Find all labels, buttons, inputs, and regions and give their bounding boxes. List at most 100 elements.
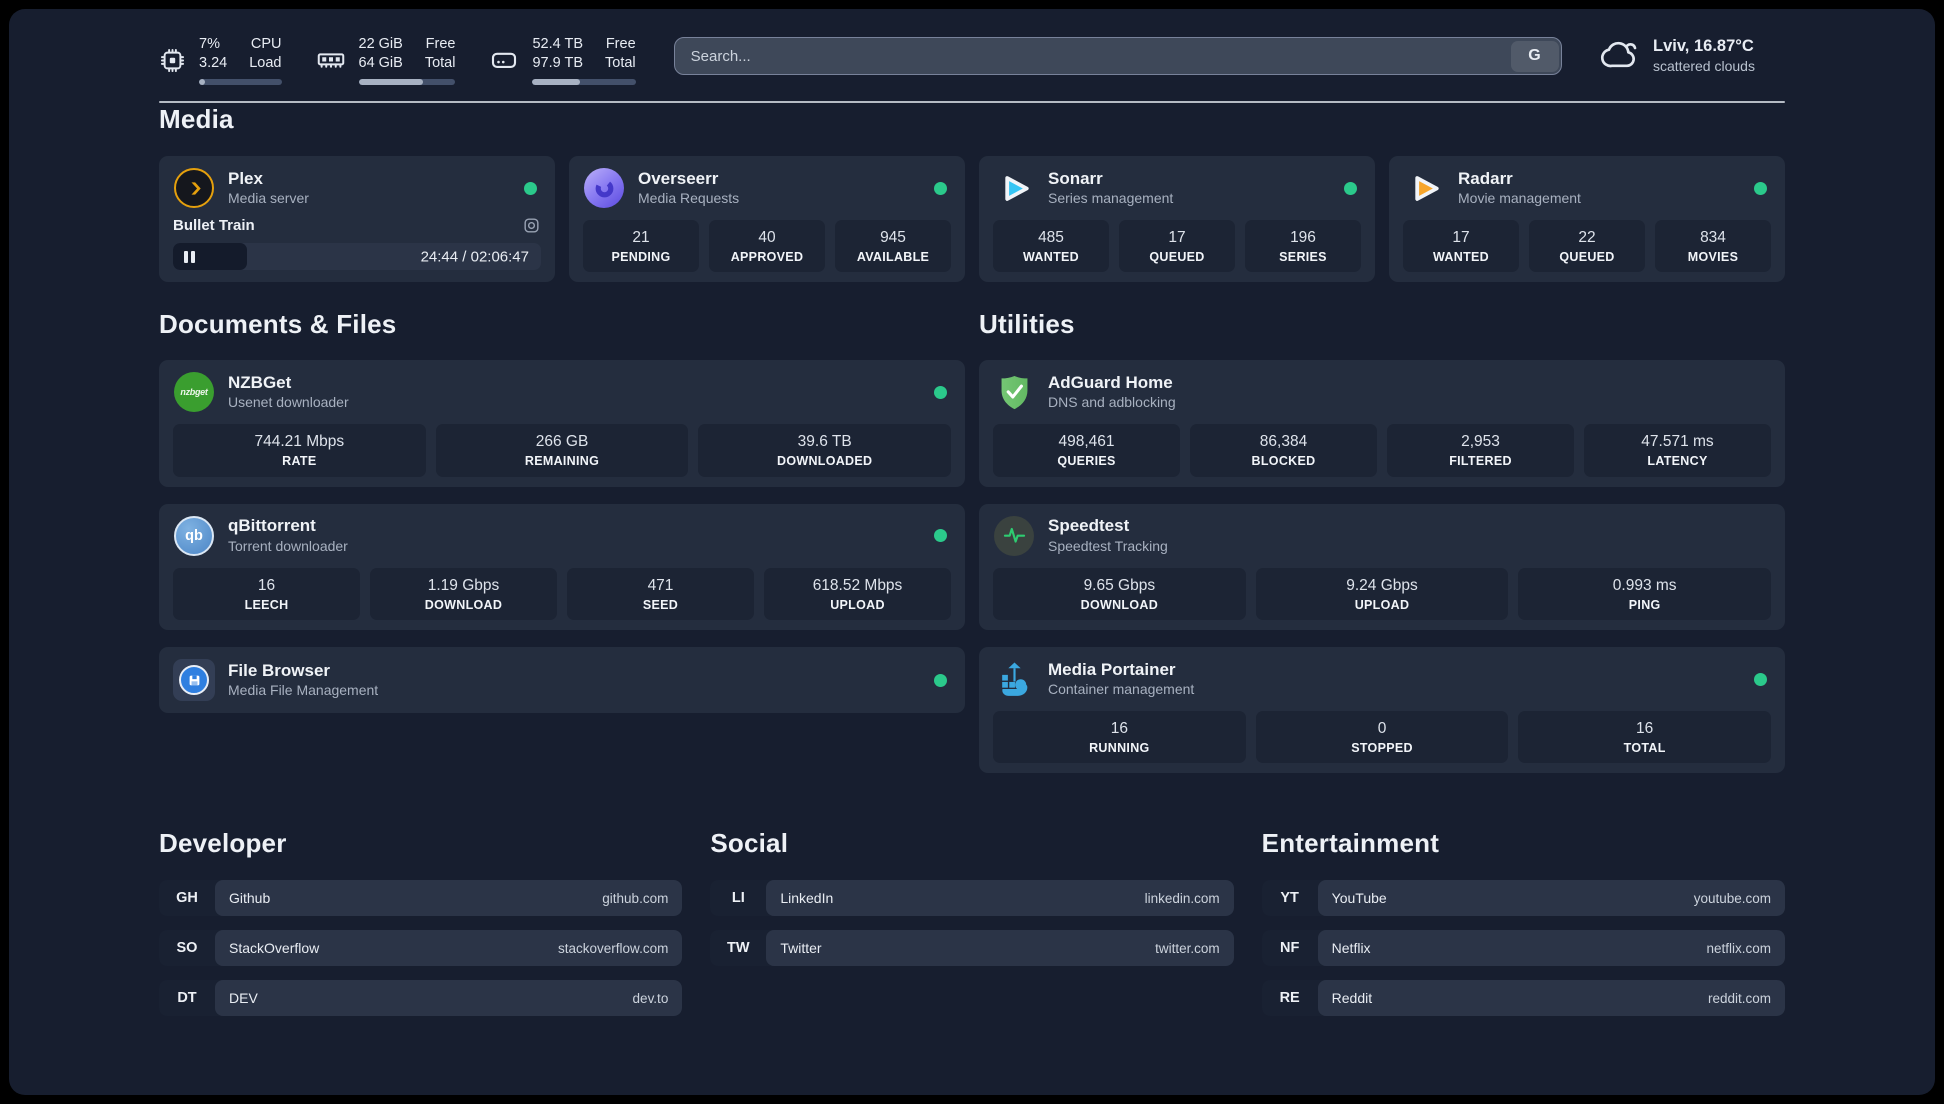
stat-remaining: 266 GB REMAINING — [435, 424, 689, 477]
search-input[interactable] — [674, 38, 1508, 74]
app-card-speedtest[interactable]: Speedtest Speedtest Tracking 9.65 Gbps DOWN… — [979, 503, 1785, 631]
link-abbr: DT — [177, 990, 197, 1007]
stat-label: MOVIES — [1687, 250, 1739, 265]
link-twitter[interactable]: TW Twitter twitter.com — [710, 930, 1234, 967]
stat-value: 17 — [1452, 229, 1470, 247]
link-github[interactable]: GH Github github.com — [159, 880, 683, 917]
stat-value: 618.52 Mbps — [812, 576, 903, 594]
link-abbr: SO — [176, 940, 198, 957]
status-dot — [934, 529, 947, 543]
stat-rate: 744.21 Mbps RATE — [173, 424, 426, 477]
section-title-developer: Developer — [159, 828, 287, 859]
stat-label: RATE — [282, 454, 317, 469]
stat-download: 1.19 Gbps DOWNLOAD — [370, 567, 557, 621]
stat-label: BLOCKED — [1251, 454, 1316, 469]
status-dot — [1754, 181, 1767, 195]
stat-label: REMAINING — [524, 454, 600, 469]
link-name: Twitter — [780, 940, 822, 957]
section-title-media: Media — [159, 104, 234, 135]
stat-wanted: 17 WANTED — [1403, 220, 1519, 273]
stat-value: 47.571 ms — [1641, 433, 1714, 451]
link-name: Netflix — [1331, 940, 1371, 957]
now-playing-title: Bullet Train — [173, 216, 255, 234]
portainer-icon — [993, 658, 1035, 700]
stat-label: LEECH — [244, 597, 289, 612]
stat-stopped: 0 STOPPED — [1255, 711, 1509, 764]
app-card-qbittorrent[interactable]: qb qBittorrent Torrent downloader 16 LEECH 1.… — [159, 503, 965, 631]
stat-label: AVAILABLE — [856, 250, 930, 265]
stat-queued: 22 QUEUED — [1529, 220, 1645, 273]
link-name: Reddit — [1331, 990, 1373, 1007]
link-dev[interactable]: DT DEV dev.to — [159, 980, 683, 1017]
link-url: netflix.com — [1706, 940, 1771, 956]
app-card-media-portainer[interactable]: Media Portainer Container management 16 RUN… — [979, 647, 1785, 774]
stat-total: 16 TOTAL — [1518, 711, 1772, 764]
stat-value: 471 — [647, 576, 674, 594]
stat-value: 22 — [1578, 229, 1596, 247]
system-stat-values: 52.4 TB 97.9 TB — [532, 36, 584, 72]
app-card-plex[interactable]: Plex Media server Bullet Train 24:44 / 02:0… — [159, 156, 555, 283]
link-url: dev.to — [632, 990, 669, 1006]
link-abbr: LI — [731, 890, 745, 907]
stat-ping: 0.993 ms PING — [1518, 567, 1772, 621]
stat-label: DOWNLOADED — [777, 454, 873, 469]
system-stat-labels: Free Total — [424, 36, 456, 72]
settings-icon[interactable] — [522, 216, 541, 235]
link-stackoverflow[interactable]: SO StackOverflow stackoverflow.com — [159, 930, 683, 967]
stat-label: DOWNLOAD — [1080, 597, 1159, 612]
stat-filtered: 2,953 FILTERED — [1387, 424, 1574, 477]
link-youtube[interactable]: YT YouTube youtube.com — [1261, 880, 1785, 917]
link-reddit[interactable]: RE Reddit reddit.com — [1261, 980, 1785, 1017]
stat-label: RUNNING — [1089, 741, 1150, 756]
app-card-file-browser[interactable]: File Browser Media File Management — [159, 647, 965, 714]
status-dot — [934, 385, 947, 399]
search-bar: G — [673, 37, 1562, 75]
system-stat-progress — [358, 79, 456, 86]
stat-value: 834 — [1700, 229, 1726, 247]
stat-value: 21 — [632, 229, 650, 247]
stat-wanted: 485 WANTED — [993, 220, 1109, 273]
stat-label: DOWNLOAD — [424, 597, 503, 612]
stat-value: 498,461 — [1058, 433, 1115, 451]
link-url: reddit.com — [1707, 990, 1771, 1006]
link-url: github.com — [602, 890, 669, 906]
app-card-sonarr[interactable]: Sonarr Series management 485 WANTED 17 QUEUED… — [979, 156, 1375, 283]
plex-icon — [173, 167, 215, 209]
app-name: NZBGet — [228, 372, 292, 392]
app-name: Media Portainer — [1048, 659, 1176, 679]
stat-label: PING — [1628, 597, 1661, 612]
section-title-social: Social — [710, 828, 789, 859]
qbittorrent-icon: qb — [173, 515, 215, 557]
now-playing-progressbar: 24:44 / 02:06:47 — [173, 243, 541, 271]
system-stat-labels: Free Total — [605, 36, 636, 72]
link-abbr: GH — [176, 890, 198, 907]
app-description: Series management — [1048, 189, 1174, 206]
stat-leech: 16 LEECH — [173, 567, 360, 621]
stat-label: LATENCY — [1647, 454, 1708, 469]
stat-seed: 471 SEED — [567, 567, 754, 621]
now-playing-time: 24:44 / 02:06:47 — [420, 248, 529, 266]
status-dot — [524, 181, 537, 195]
stat-running: 16 RUNNING — [993, 711, 1246, 764]
app-card-overseerr[interactable]: Overseerr Media Requests 21 PENDING 40 APPROV… — [569, 156, 965, 283]
filebrowser-icon — [173, 659, 215, 702]
app-card-nzbget[interactable]: nzbget NZBGet Usenet downloader 744.21 Mbps… — [159, 360, 965, 487]
stat-value: 744.21 Mbps — [254, 433, 345, 451]
stat-value: 485 — [1038, 229, 1064, 247]
stat-label: SEED — [642, 597, 679, 612]
app-card-adguard-home[interactable]: AdGuard Home DNS and adblocking 498,461 QUE… — [979, 360, 1785, 487]
app-name: Speedtest — [1048, 516, 1130, 536]
app-name: Sonarr — [1048, 168, 1103, 188]
app-description: Media server — [228, 189, 309, 206]
cpu-icon — [159, 47, 186, 74]
stat-downloaded: 39.6 TB DOWNLOADED — [698, 424, 952, 477]
app-card-radarr[interactable]: Radarr Movie management 17 WANTED 22 QUEUED 83… — [1389, 156, 1785, 283]
link-linkedin[interactable]: LI LinkedIn linkedin.com — [710, 880, 1234, 917]
link-netflix[interactable]: NF Netflix netflix.com — [1261, 930, 1785, 967]
stat-value: 0 — [1377, 720, 1387, 738]
stat-value: 9.24 Gbps — [1346, 576, 1418, 594]
stat-latency: 47.571 ms LATENCY — [1584, 424, 1771, 477]
search-provider-button[interactable]: G — [1510, 40, 1559, 72]
app-name: Plex — [228, 168, 263, 188]
stat-value: 16 — [257, 576, 276, 594]
